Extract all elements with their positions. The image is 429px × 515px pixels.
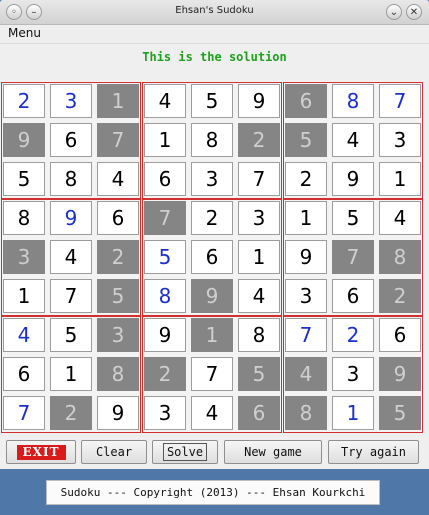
close-icon[interactable]: ✕ (406, 4, 422, 20)
sudoku-cell[interactable]: 2 (50, 396, 92, 430)
maximize-icon[interactable]: ⌄ (386, 4, 402, 20)
sudoku-cell[interactable]: 7 (97, 123, 139, 157)
button-bar: EXIT Clear Solve New game Try again (0, 440, 429, 466)
sudoku-cell[interactable]: 9 (3, 123, 45, 157)
sudoku-cell[interactable]: 3 (50, 84, 92, 118)
menu-bar: Menu (0, 25, 429, 44)
sudoku-cell[interactable]: 9 (191, 279, 233, 313)
sudoku-cell[interactable]: 5 (191, 84, 233, 118)
window-title: Ehsan's Sudoku (175, 5, 254, 16)
sudoku-cell[interactable]: 5 (379, 396, 421, 430)
sudoku-cell[interactable]: 5 (3, 162, 45, 196)
sudoku-cell[interactable]: 7 (332, 240, 374, 274)
copyright-label: Sudoku --- Copyright (2013) --- Ehsan Ko… (46, 480, 380, 505)
sudoku-cell[interactable]: 4 (238, 279, 280, 313)
sudoku-cell[interactable]: 7 (238, 162, 280, 196)
status-message: This is the solution (142, 50, 287, 64)
sudoku-grid: 2314596879671825435846372918967231543425… (0, 81, 425, 433)
exit-button[interactable]: EXIT (6, 440, 76, 464)
sudoku-cell[interactable]: 8 (3, 201, 45, 235)
sudoku-cell[interactable]: 5 (50, 318, 92, 352)
sudoku-cell[interactable]: 9 (50, 201, 92, 235)
sudoku-cell[interactable]: 8 (191, 123, 233, 157)
exit-label: EXIT (16, 444, 66, 460)
solve-button[interactable]: Solve (152, 440, 218, 464)
new-game-button[interactable]: New game (224, 440, 322, 464)
sudoku-cell[interactable]: 4 (97, 162, 139, 196)
menu-item-menu[interactable]: Menu (8, 26, 41, 40)
sudoku-cell[interactable]: 1 (191, 318, 233, 352)
sudoku-cell[interactable]: 1 (144, 123, 186, 157)
sudoku-cell[interactable]: 9 (97, 396, 139, 430)
clear-button[interactable]: Clear (81, 440, 147, 464)
sudoku-cell[interactable]: 2 (191, 201, 233, 235)
sudoku-cell[interactable]: 3 (379, 123, 421, 157)
sudoku-cell[interactable]: 3 (285, 279, 327, 313)
sudoku-cell[interactable]: 1 (379, 162, 421, 196)
sudoku-cell[interactable]: 4 (144, 84, 186, 118)
sudoku-cell[interactable]: 9 (144, 318, 186, 352)
sudoku-cell[interactable]: 9 (285, 240, 327, 274)
sudoku-cell[interactable]: 2 (332, 318, 374, 352)
sudoku-cell[interactable]: 6 (144, 162, 186, 196)
sudoku-cell[interactable]: 7 (144, 201, 186, 235)
sudoku-cell[interactable]: 7 (50, 279, 92, 313)
sudoku-cell[interactable]: 3 (3, 240, 45, 274)
sudoku-cell[interactable]: 8 (238, 318, 280, 352)
sudoku-cell[interactable]: 1 (97, 84, 139, 118)
sudoku-cell[interactable]: 8 (332, 84, 374, 118)
sudoku-cell[interactable]: 4 (191, 396, 233, 430)
sudoku-cell[interactable]: 4 (285, 357, 327, 391)
sudoku-cell[interactable]: 2 (285, 162, 327, 196)
sudoku-cell[interactable]: 4 (332, 123, 374, 157)
sudoku-cell[interactable]: 1 (50, 357, 92, 391)
sudoku-cell[interactable]: 1 (285, 201, 327, 235)
sudoku-cell[interactable]: 2 (3, 84, 45, 118)
sudoku-cell[interactable]: 8 (379, 240, 421, 274)
sudoku-cell[interactable]: 6 (50, 123, 92, 157)
try-again-button[interactable]: Try again (328, 440, 419, 464)
sudoku-cell[interactable]: 1 (238, 240, 280, 274)
sudoku-cell[interactable]: 7 (191, 357, 233, 391)
sudoku-cell[interactable]: 5 (238, 357, 280, 391)
sudoku-cell[interactable]: 9 (238, 84, 280, 118)
sudoku-cell[interactable]: 5 (144, 240, 186, 274)
sudoku-cell[interactable]: 3 (332, 357, 374, 391)
sudoku-cell[interactable]: 6 (97, 201, 139, 235)
sudoku-cell[interactable]: 8 (285, 396, 327, 430)
sudoku-cell[interactable]: 6 (3, 357, 45, 391)
sudoku-cell[interactable]: 9 (379, 357, 421, 391)
title-bar: ◦ – Ehsan's Sudoku ⌄ ✕ (0, 0, 429, 25)
sudoku-cell[interactable]: 2 (238, 123, 280, 157)
solve-label: Solve (162, 443, 208, 461)
sudoku-cell[interactable]: 8 (50, 162, 92, 196)
sudoku-cell[interactable]: 5 (97, 279, 139, 313)
sudoku-cell[interactable]: 4 (379, 201, 421, 235)
sudoku-cell[interactable]: 2 (97, 240, 139, 274)
sudoku-cell[interactable]: 7 (3, 396, 45, 430)
sudoku-cell[interactable]: 6 (191, 240, 233, 274)
sudoku-cell[interactable]: 7 (379, 84, 421, 118)
sudoku-cell[interactable]: 9 (332, 162, 374, 196)
sudoku-cell[interactable]: 4 (50, 240, 92, 274)
sudoku-cell[interactable]: 7 (285, 318, 327, 352)
sudoku-cell[interactable]: 5 (332, 201, 374, 235)
sudoku-cell[interactable]: 6 (238, 396, 280, 430)
sudoku-cell[interactable]: 5 (285, 123, 327, 157)
sudoku-cell[interactable]: 6 (285, 84, 327, 118)
sudoku-cell[interactable]: 3 (191, 162, 233, 196)
sudoku-cell[interactable]: 8 (97, 357, 139, 391)
sudoku-cell[interactable]: 3 (144, 396, 186, 430)
sudoku-cell[interactable]: 6 (332, 279, 374, 313)
sudoku-cell[interactable]: 1 (332, 396, 374, 430)
sudoku-cell[interactable]: 1 (3, 279, 45, 313)
sudoku-cell[interactable]: 2 (144, 357, 186, 391)
sudoku-cell[interactable]: 4 (3, 318, 45, 352)
sudoku-cell[interactable]: 8 (144, 279, 186, 313)
sudoku-cell[interactable]: 3 (97, 318, 139, 352)
sudoku-cell[interactable]: 6 (379, 318, 421, 352)
app-window: ◦ – Ehsan's Sudoku ⌄ ✕ Menu This is the … (0, 0, 429, 469)
sudoku-cell[interactable]: 2 (379, 279, 421, 313)
sudoku-cell[interactable]: 3 (238, 201, 280, 235)
